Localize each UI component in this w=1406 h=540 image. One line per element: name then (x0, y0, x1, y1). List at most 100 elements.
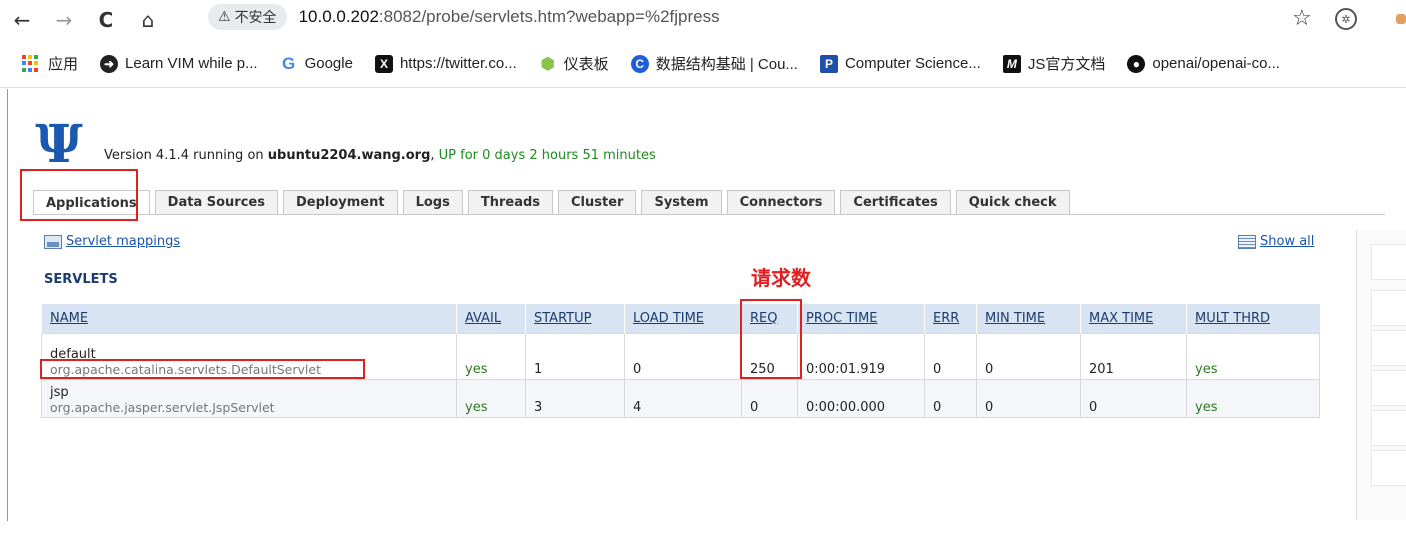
p-logo-icon: P (819, 54, 838, 73)
tab-quick-check[interactable]: Quick check (955, 190, 1070, 214)
forward-arrow-icon[interactable]: → (50, 6, 78, 34)
col-header-mult-thrd[interactable]: MULT THRD (1186, 304, 1320, 333)
bookmark-coursera[interactable]: C 数据结构基础 | Cou... (630, 53, 798, 74)
google-icon: G (281, 53, 296, 73)
m-logo-icon: M (1002, 54, 1021, 73)
psi-probe-logo-icon: Ψ (35, 114, 83, 175)
section-title: SERVLETS (44, 272, 118, 287)
url-text[interactable]: 10.0.0.202:8082/probe/servlets.htm?webap… (299, 7, 720, 27)
load-time-cell: 0 (624, 332, 742, 380)
bookmark-label: 仪表板 (563, 56, 609, 73)
bookmark-dashboard[interactable]: ⬢ 仪表板 (539, 53, 609, 74)
class-highlight-box (40, 359, 365, 379)
tab-deployment[interactable]: Deployment (282, 190, 398, 214)
bookmark-google[interactable]: G Google (280, 53, 353, 73)
main-tabs: Applications Data Sources Deployment Log… (33, 190, 1070, 215)
version-line: Version 4.1.4 running on ubuntu2204.wang… (104, 148, 656, 163)
back-arrow-icon[interactable]: ← (8, 6, 36, 34)
bookmark-label: Computer Science... (844, 55, 981, 72)
version-text: Version 4.1.4 running on (104, 148, 268, 163)
side-panel-box[interactable] (1371, 244, 1406, 280)
bookmark-js-docs[interactable]: M JS官方文档 (1002, 53, 1106, 74)
extension-icon[interactable]: ✲ (1335, 8, 1357, 30)
req-highlight-box (740, 299, 802, 379)
bookmark-label: Learn VIM while p... (125, 55, 258, 72)
proc-time-cell: 0:00:00.000 (797, 378, 925, 418)
col-header-max-time[interactable]: MAX TIME (1080, 304, 1187, 333)
col-header-err[interactable]: ERR (924, 304, 977, 333)
bookmark-label: https://twitter.co... (399, 55, 517, 72)
side-panel-box[interactable] (1371, 450, 1406, 486)
bookmark-label: JS官方文档 (1027, 56, 1106, 73)
tab-underline (33, 214, 1385, 215)
browser-toolbar: ← → C ⌂ ⚠ 不安全 10.0.0.202:8082/probe/serv… (0, 0, 1406, 40)
servlet-name-cell: jsp org.apache.jasper.servlet.JspServlet (41, 378, 457, 418)
side-panel-box[interactable] (1371, 330, 1406, 366)
min-time-cell: 0 (976, 332, 1081, 380)
bookmark-label: Google (304, 55, 353, 72)
col-header-min-time[interactable]: MIN TIME (976, 304, 1081, 333)
bookmark-twitter[interactable]: X https://twitter.co... (374, 54, 517, 73)
tab-connectors[interactable]: Connectors (726, 190, 836, 214)
extension-edge-icon[interactable] (1396, 14, 1406, 24)
url-path: :8082/probe/servlets.htm?webapp=%2fjpres… (378, 7, 720, 26)
tab-cluster[interactable]: Cluster (558, 190, 637, 214)
col-header-load-time[interactable]: LOAD TIME (624, 304, 742, 333)
side-panel-box[interactable] (1371, 410, 1406, 446)
min-time-cell: 0 (976, 378, 1081, 418)
compass-icon: ➜ (100, 54, 119, 73)
col-header-avail[interactable]: AVAIL (456, 304, 526, 333)
max-time-cell: 0 (1080, 378, 1187, 418)
proc-time-cell: 0:00:01.919 (797, 332, 925, 380)
security-chip[interactable]: ⚠ 不安全 (208, 4, 287, 30)
applications-highlight-box (20, 169, 138, 221)
security-label: 不安全 (234, 10, 277, 26)
cube-icon: ⬢ (540, 55, 555, 73)
tab-certificates[interactable]: Certificates (840, 190, 951, 214)
bookmark-label: 应用 (48, 56, 79, 73)
left-border (7, 89, 8, 521)
tab-logs[interactable]: Logs (402, 190, 463, 214)
avail-cell: yes (456, 332, 526, 380)
show-all-link[interactable]: Show all (1238, 234, 1314, 249)
uptime-text: UP for 0 days 2 hours 51 minutes (438, 148, 656, 163)
servlet-name: jsp (50, 384, 69, 400)
servlet-mappings-link[interactable]: Servlet mappings (44, 234, 180, 249)
tab-threads[interactable]: Threads (467, 190, 554, 214)
load-time-cell: 4 (624, 378, 742, 418)
address-bar[interactable]: ⚠ 不安全 10.0.0.202:8082/probe/servlets.htm… (208, 2, 1348, 32)
col-header-name[interactable]: NAME (41, 304, 457, 333)
bookmark-label: 数据结构基础 | Cou... (655, 56, 798, 73)
annotation-req-count: 请求数 (751, 268, 811, 290)
psi-probe-page: Ψ Version 4.1.4 running on ubuntu2204.wa… (0, 89, 1406, 540)
startup-cell: 1 (525, 332, 625, 380)
bookmark-learn-vim[interactable]: ➜ Learn VIM while p... (100, 54, 258, 73)
bookmark-computer-science[interactable]: P Computer Science... (819, 54, 981, 73)
reload-icon[interactable]: C (92, 6, 120, 34)
avail-cell: yes (456, 378, 526, 418)
side-panel-box[interactable] (1371, 370, 1406, 406)
coursera-icon: C (630, 54, 649, 73)
max-time-cell: 201 (1080, 332, 1187, 380)
servlet-mappings-icon (44, 234, 62, 249)
bookmark-apps[interactable]: 应用 (22, 53, 78, 74)
servlet-mappings-label: Servlet mappings (66, 234, 181, 249)
col-header-startup[interactable]: STARTUP (525, 304, 625, 333)
x-logo-icon: X (374, 54, 393, 73)
servlet-class: org.apache.jasper.servlet.JspServlet (50, 399, 275, 415)
bookmark-label: openai/openai-co... (1152, 55, 1280, 72)
bookmark-openai[interactable]: ● openai/openai-co... (1127, 54, 1280, 73)
home-icon[interactable]: ⌂ (134, 6, 162, 34)
side-panel-box[interactable] (1371, 290, 1406, 326)
github-icon: ● (1127, 54, 1146, 73)
tab-data-sources[interactable]: Data Sources (154, 190, 278, 214)
mult-thrd-cell: yes (1186, 332, 1320, 380)
col-header-proc-time[interactable]: PROC TIME (797, 304, 925, 333)
table-header-row: NAME AVAIL STARTUP LOAD TIME REQ PROC TI… (41, 304, 1320, 333)
list-icon (1238, 234, 1256, 249)
req-cell: 0 (741, 378, 798, 418)
warning-triangle-icon: ⚠ (218, 9, 231, 25)
bookmark-star-icon[interactable]: ☆ (1292, 6, 1312, 31)
apps-grid-icon (22, 54, 40, 73)
tab-system[interactable]: System (641, 190, 722, 214)
